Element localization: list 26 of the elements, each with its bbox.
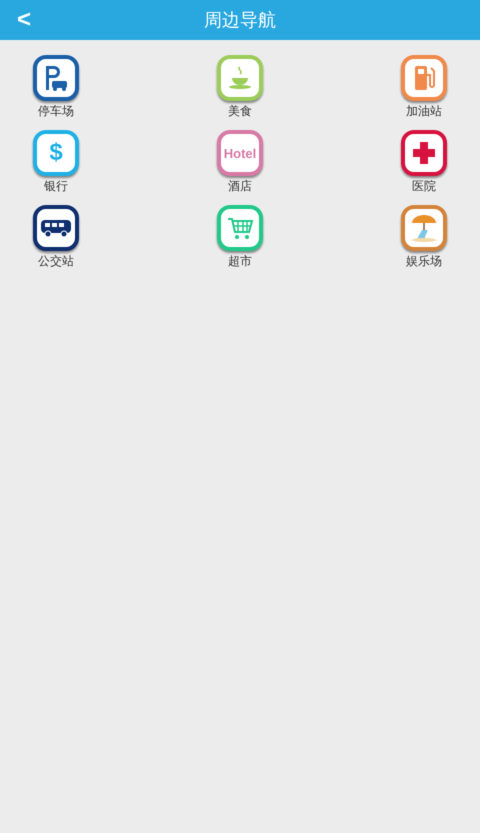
page-title: 周边导航 <box>204 9 276 32</box>
bank-tile[interactable]: $ <box>33 130 79 176</box>
market-tile[interactable] <box>216 205 263 251</box>
hotel-sign: Hotel <box>224 146 256 160</box>
place-label: 公交站 <box>38 253 74 269</box>
bus-tile[interactable] <box>33 205 79 251</box>
food-tile[interactable] <box>216 55 263 101</box>
place-label: 停车场 <box>38 103 74 119</box>
hospital-tile[interactable] <box>400 130 447 176</box>
beach-tile[interactable] <box>400 205 447 251</box>
bus-icon <box>40 218 72 238</box>
back-button[interactable]: < <box>12 4 36 36</box>
place-label: 医院 <box>412 178 436 194</box>
dollar-sign: $ <box>49 141 63 165</box>
place-label: 娱乐场 <box>406 253 442 269</box>
hotel-tile[interactable]: Hotel <box>216 130 263 176</box>
place-label: 银行 <box>44 178 68 194</box>
place-label: 超市 <box>228 253 252 269</box>
shopping-cart-icon <box>226 215 254 241</box>
place-label: 酒店 <box>228 178 252 194</box>
parking-car-icon <box>43 64 69 92</box>
fuel-tile[interactable] <box>400 55 447 101</box>
parking-tile[interactable] <box>33 55 79 101</box>
place-label: 美食 <box>228 103 252 119</box>
cross-icon <box>412 141 436 165</box>
place-label: 加油站 <box>406 103 442 119</box>
